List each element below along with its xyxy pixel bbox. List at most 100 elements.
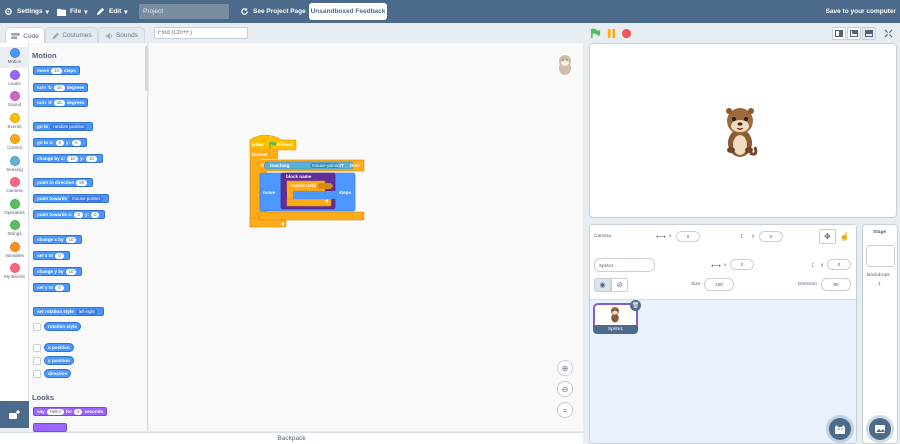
category-motion[interactable]: Motion [0, 47, 29, 68]
camera-grab-button[interactable]: ☝ [837, 229, 852, 244]
block-input[interactable]: 0 [91, 211, 100, 218]
edit-menu[interactable]: Edit ▾ [96, 0, 128, 23]
find-input[interactable] [154, 27, 248, 39]
block-input[interactable]: 10 [86, 155, 97, 162]
go-to-block[interactable]: go to random position [33, 122, 94, 131]
x-position-checkbox[interactable] [33, 344, 41, 352]
block-input[interactable]: Hello! [46, 408, 64, 415]
hide-sprite-button[interactable]: ⊘ [611, 278, 628, 292]
fullscreen-button[interactable] [881, 27, 895, 40]
category-sensing[interactable]: Sensing [0, 155, 29, 176]
backpack-bar[interactable]: Backpack [0, 432, 583, 444]
settings-menu[interactable]: Settings ▾ [4, 0, 49, 23]
delete-sprite-button[interactable]: 🗑 [630, 300, 641, 311]
block-input[interactable]: 0 [72, 139, 81, 146]
category-strings[interactable]: Strings [0, 219, 29, 240]
looks-block-partial[interactable] [33, 423, 67, 432]
point-in-direction-block[interactable]: point in direction 90 [33, 178, 94, 187]
block-text: turn [37, 85, 46, 90]
y-position-reporter[interactable]: y position [44, 356, 74, 365]
block-input[interactable]: 2 [74, 408, 83, 415]
block-input[interactable]: 10 [65, 236, 77, 243]
block-input[interactable]: 10 [51, 67, 62, 74]
small-stage-button[interactable] [832, 27, 846, 40]
category-variables[interactable]: Variables [0, 241, 29, 262]
rotation-style-checkbox[interactable] [33, 323, 41, 331]
block-input[interactable]: 0 [55, 284, 64, 291]
block-input[interactable]: 0 [74, 211, 83, 218]
sprite-y-input[interactable]: 0 [827, 259, 851, 270]
tab-costumes[interactable]: Costumes [45, 27, 98, 43]
large-stage-button[interactable] [862, 27, 876, 40]
tab-code[interactable]: Code [5, 27, 45, 44]
change-x-by-block[interactable]: change x by 10 [33, 235, 83, 244]
stop-icon[interactable] [621, 28, 632, 39]
add-sprite-button[interactable] [829, 418, 851, 440]
category-control[interactable]: Control [0, 133, 29, 154]
block-input[interactable]: 0 [55, 252, 64, 259]
direction-checkbox[interactable] [33, 370, 41, 378]
set-y-to-block[interactable]: set y to 0 [33, 283, 70, 292]
direction-reporter[interactable]: direction [44, 369, 72, 378]
y-position-checkbox[interactable] [33, 357, 41, 365]
code-workspace[interactable] [149, 43, 583, 431]
point-towards-xy-block[interactable]: point towards x: 0 y: 0 [33, 210, 106, 219]
backdrop-thumbnail[interactable] [866, 245, 895, 267]
save-to-computer-button[interactable]: Save to your computer [826, 0, 896, 23]
sprite-x-input[interactable]: 0 [730, 259, 754, 270]
zoom-reset-button[interactable]: = [557, 402, 573, 418]
say-for-seconds-block[interactable]: say Hello! for 2 seconds [33, 407, 108, 416]
category-sound[interactable]: Sound [0, 90, 29, 111]
camera-y-input[interactable]: 0 [759, 231, 783, 242]
zoom-out-button[interactable]: ⊖ [557, 381, 573, 397]
unsandboxed-feedback-button[interactable]: Unsandboxed Feedback [309, 3, 387, 20]
project-title-input[interactable] [139, 4, 229, 19]
block-input[interactable]: 0 [55, 139, 65, 146]
camera-x-input[interactable]: 0 [676, 231, 700, 242]
looks-section-title: Looks [32, 393, 55, 402]
see-project-page-button[interactable]: See Project Page [240, 0, 306, 23]
pause-icon[interactable] [606, 28, 617, 39]
block-dropdown[interactable]: left-right [75, 308, 98, 315]
point-towards-block[interactable]: point towards mouse-pointer [33, 194, 110, 203]
x-position-reporter[interactable]: x position [44, 343, 74, 352]
zoom-in-button[interactable]: ⊕ [557, 360, 573, 376]
set-x-to-block[interactable]: set x to 0 [33, 251, 70, 260]
category-looks[interactable]: Looks [0, 69, 29, 90]
block-input[interactable]: 10 [67, 155, 78, 162]
category-events[interactable]: Events [0, 112, 29, 133]
category-operators[interactable]: Operators [0, 198, 29, 219]
add-backdrop-button[interactable] [869, 418, 891, 440]
file-menu[interactable]: File ▾ [57, 0, 87, 23]
category-my-blocks[interactable]: My Blocks [0, 262, 29, 283]
block-dropdown[interactable]: random position [50, 123, 88, 130]
set-rotation-style-block[interactable]: set rotation style left-right [33, 307, 104, 316]
otter-sprite[interactable] [720, 105, 760, 159]
block-input[interactable]: 90 [76, 179, 88, 186]
change-y-by-block[interactable]: change y by 10 [33, 267, 83, 276]
camera-move-button[interactable]: ✥ [819, 229, 836, 244]
direction-input[interactable]: 90 [821, 278, 851, 291]
tab-sounds[interactable]: Sounds [98, 27, 145, 43]
size-input[interactable]: 100 [704, 278, 734, 291]
normal-stage-button[interactable] [847, 27, 861, 40]
script-stack[interactable] [249, 132, 367, 232]
category-camera[interactable]: Camera [0, 176, 29, 197]
turn-right-block[interactable]: turn ↻ 15 degrees [33, 83, 89, 92]
block-input[interactable]: 10 [65, 268, 77, 275]
rotation-style-reporter[interactable]: rotation style [44, 322, 81, 331]
green-flag-icon[interactable] [590, 28, 601, 39]
turn-left-block[interactable]: turn ↺ 15 degrees [33, 98, 89, 107]
move-steps-block[interactable]: move 10 steps [33, 66, 80, 75]
block-input[interactable]: 15 [53, 99, 65, 106]
add-extension-button[interactable] [0, 401, 29, 428]
go-to-xy-block[interactable]: go to x: 0 y: 0 [33, 138, 87, 147]
touching-dropdown[interactable]: mouse-pointer [312, 163, 341, 168]
block-input[interactable]: 15 [53, 84, 65, 91]
palette-scrollbar[interactable] [145, 46, 148, 91]
block-dropdown[interactable]: mouse-pointer [69, 195, 104, 202]
sprite-name-input[interactable]: Sprite1 [594, 258, 655, 272]
change-by-xy-block[interactable]: change by x: 10 y: 10 [33, 154, 103, 163]
show-sprite-button[interactable]: ◉ [594, 278, 611, 292]
stage-title: Stage [873, 230, 887, 235]
